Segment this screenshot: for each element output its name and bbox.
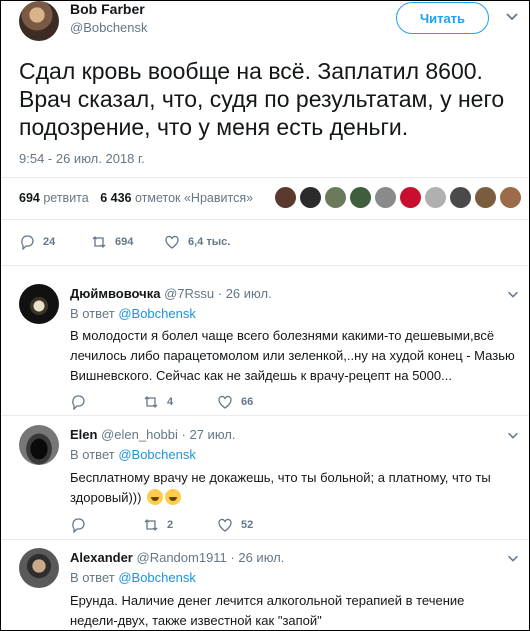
retweet-button[interactable]: 4 bbox=[143, 394, 173, 410]
retweet-count: 694 bbox=[115, 236, 134, 248]
reply-to-prefix: В ответ bbox=[70, 447, 115, 462]
liker-avatar[interactable] bbox=[425, 187, 446, 208]
reply-author-name[interactable]: Alexander bbox=[70, 550, 133, 565]
reply-header: Дюймвовочка @7Rssu · 26 июл. bbox=[70, 286, 272, 301]
chevron-down-icon[interactable] bbox=[504, 8, 520, 24]
reply-to-prefix: В ответ bbox=[70, 570, 115, 585]
reply-text: Бесплатному врачу не докажешь, что ты бо… bbox=[70, 470, 491, 505]
author-avatar[interactable] bbox=[19, 1, 59, 41]
liker-avatar[interactable] bbox=[375, 187, 396, 208]
liker-avatar[interactable] bbox=[350, 187, 371, 208]
divider bbox=[1, 415, 529, 416]
divider bbox=[1, 177, 529, 178]
like-count: 52 bbox=[241, 519, 254, 531]
reply-author-name[interactable]: Elen bbox=[70, 427, 97, 442]
reply-button[interactable]: 24 bbox=[19, 234, 55, 250]
reply-tweet[interactable]: Дюймвовочка @7Rssu · 26 июл. В ответ @Bo… bbox=[1, 276, 529, 416]
reply-to-link[interactable]: @Bobchensk bbox=[118, 306, 196, 321]
reply-icon bbox=[72, 395, 85, 410]
chevron-down-icon[interactable] bbox=[506, 428, 520, 442]
reply-tweet[interactable]: Elen @elen_hobbi · 27 июл. В ответ @Bobc… bbox=[1, 417, 529, 541]
retweet-icon bbox=[144, 396, 158, 408]
like-button[interactable]: 6,4 тыс. bbox=[164, 234, 230, 250]
reply-date[interactable]: · 26 июл. bbox=[230, 550, 284, 565]
liker-avatar[interactable] bbox=[500, 187, 521, 208]
liker-avatar[interactable] bbox=[275, 187, 296, 208]
author-handle[interactable]: @Bobchensk bbox=[70, 20, 148, 35]
liker-avatar[interactable] bbox=[475, 187, 496, 208]
avatar[interactable] bbox=[19, 548, 59, 588]
reply-actions: 2 52 bbox=[70, 517, 320, 535]
likes-label[interactable]: отметок «Нравится» bbox=[135, 191, 253, 205]
like-button[interactable]: 52 bbox=[217, 517, 253, 533]
retweet-icon bbox=[92, 236, 106, 248]
reply-tweet[interactable]: Alexander @Random1911 · 26 июл. В ответ … bbox=[1, 539, 529, 630]
retweet-count: 2 bbox=[167, 519, 174, 531]
reply-to-link[interactable]: @Bobchensk bbox=[118, 570, 196, 585]
tweet-text: Сдал кровь вообще на всё. Заплатил 8600.… bbox=[19, 58, 505, 140]
grinning-emoji-icon bbox=[147, 489, 164, 505]
tweet-actions: 24 694 6,4 тыс. bbox=[19, 234, 319, 252]
retweet-button[interactable]: 2 bbox=[143, 517, 173, 533]
reply-to: В ответ @Bobchensk bbox=[70, 447, 196, 462]
liker-avatar[interactable] bbox=[400, 187, 421, 208]
retweets-label[interactable]: ретвита bbox=[43, 191, 88, 205]
reply-author-name[interactable]: Дюймвовочка bbox=[70, 286, 160, 301]
reply-header: Alexander @Random1911 · 26 июл. bbox=[70, 550, 284, 565]
retweet-button[interactable]: 694 bbox=[91, 234, 133, 250]
reply-header: Elen @elen_hobbi · 27 июл. bbox=[70, 427, 235, 442]
reply-text: Ерунда. Наличие денег лечится алкогольно… bbox=[70, 593, 465, 628]
reply-text: В молодости я болел чаще всего болезнями… bbox=[70, 328, 515, 383]
chevron-down-icon[interactable] bbox=[506, 287, 520, 301]
reply-date[interactable]: · 26 июл. bbox=[218, 286, 272, 301]
divider bbox=[1, 219, 529, 220]
reply-date[interactable]: · 27 июл. bbox=[182, 427, 236, 442]
reply-count: 24 bbox=[43, 236, 56, 248]
reply-button[interactable] bbox=[70, 394, 86, 410]
avatar[interactable] bbox=[19, 425, 59, 465]
author-name[interactable]: Bob Farber bbox=[70, 1, 145, 17]
liker-avatar[interactable] bbox=[450, 187, 471, 208]
reply-button[interactable] bbox=[70, 517, 86, 533]
like-count: 6,4 тыс. bbox=[188, 236, 231, 248]
reply-actions: 4 66 bbox=[70, 394, 320, 412]
liker-avatar[interactable] bbox=[325, 187, 346, 208]
reply-to: В ответ @Bobchensk bbox=[70, 570, 196, 585]
likes-count[interactable]: 6 436 bbox=[100, 191, 131, 205]
heart-icon bbox=[218, 395, 232, 409]
reply-to-link[interactable]: @Bobchensk bbox=[118, 447, 196, 462]
reply-icon bbox=[72, 518, 85, 533]
retweet-icon bbox=[144, 519, 158, 531]
reply-author-handle[interactable]: @elen_hobbi bbox=[101, 427, 178, 442]
like-button[interactable]: 66 bbox=[217, 394, 253, 410]
liker-avatar[interactable] bbox=[300, 187, 321, 208]
reply-author-handle[interactable]: @7Rssu bbox=[164, 286, 214, 301]
heart-icon bbox=[165, 235, 179, 249]
divider bbox=[1, 265, 529, 266]
tears-of-joy-emoji-icon bbox=[165, 489, 182, 505]
reply-to: В ответ @Bobchensk bbox=[70, 306, 196, 321]
like-count: 66 bbox=[241, 396, 254, 408]
heart-icon bbox=[218, 518, 232, 532]
reply-author-handle[interactable]: @Random1911 bbox=[137, 550, 227, 565]
tweet-page: { "tweet": { "author_name": "Bob Farber"… bbox=[0, 0, 530, 631]
avatar[interactable] bbox=[19, 284, 59, 324]
reply-icon bbox=[21, 235, 34, 250]
tweet-timestamp[interactable]: 9:54 - 26 июл. 2018 г. bbox=[19, 151, 145, 166]
chevron-down-icon[interactable] bbox=[506, 551, 520, 565]
tweet-stats: 694 ретвита 6 436 отметок «Нравится» bbox=[19, 191, 253, 205]
retweet-count: 4 bbox=[167, 396, 174, 408]
retweets-count[interactable]: 694 bbox=[19, 191, 40, 205]
reply-to-prefix: В ответ bbox=[70, 306, 115, 321]
follow-button[interactable]: Читать bbox=[396, 2, 489, 34]
reply-text-block: Бесплатному врачу не докажешь, что ты бо… bbox=[70, 468, 510, 508]
